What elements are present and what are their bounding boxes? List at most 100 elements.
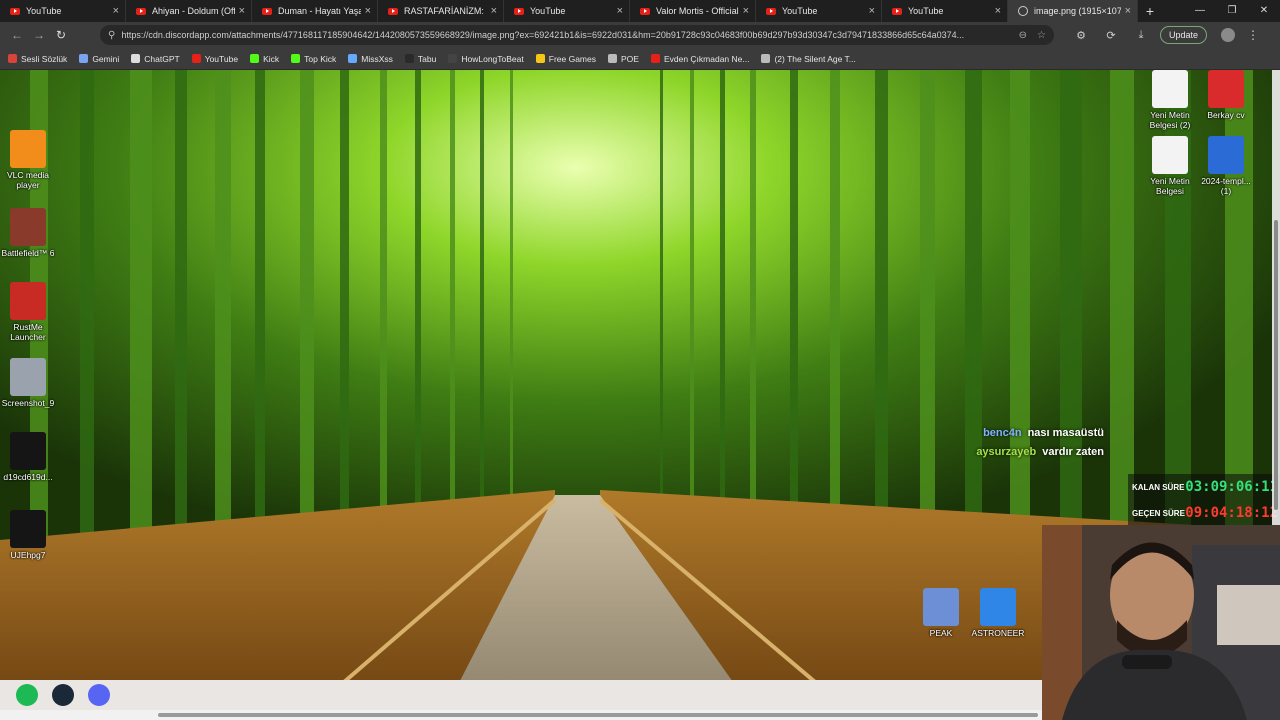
bookmark-item[interactable]: Evden Çıkmadan Ne...: [650, 54, 749, 64]
browser-tab[interactable]: YouTube ×: [0, 0, 126, 22]
close-tab-icon[interactable]: ×: [617, 5, 623, 17]
close-window-icon[interactable]: ✕: [1248, 0, 1280, 22]
bookmark-item[interactable]: Top Kick: [291, 54, 336, 64]
close-tab-icon[interactable]: ×: [113, 5, 119, 17]
bookmark-item[interactable]: MissXss: [348, 54, 393, 64]
stream-timers: KALAN SÜRE 03:09:06:11 GEÇEN SÜRE 09:04:18:…: [1128, 474, 1280, 526]
bookmark-favicon-icon: [79, 54, 89, 63]
browser-tab[interactable]: YouTube ×: [504, 0, 630, 22]
zoom-icon[interactable]: ⊖: [1019, 30, 1027, 41]
address-url[interactable]: https://cdn.discordapp.com/attachments/4…: [121, 30, 1008, 40]
reload-icon[interactable]: ↻: [50, 28, 72, 42]
bookmark-label: HowLongToBeat: [461, 53, 524, 64]
menu-icon[interactable]: ⋮: [1247, 28, 1259, 42]
minimize-icon[interactable]: —: [1184, 0, 1216, 22]
address-bar[interactable]: ⚲ https://cdn.discordapp.com/attachments…: [100, 25, 1054, 45]
vertical-scrollbar[interactable]: [1272, 70, 1280, 525]
spotify-icon[interactable]: [16, 684, 38, 706]
chat-message: aysurzayeb vardır zaten: [976, 446, 1104, 458]
bookmark-item[interactable]: ChatGPT: [131, 54, 180, 64]
horizontal-scroll-thumb[interactable]: [158, 713, 1038, 717]
bamboo-stalk: [1060, 70, 1082, 590]
desktop-icon[interactable]: d19cd619d...: [0, 432, 56, 483]
extensions-icon[interactable]: ⚙: [1066, 29, 1096, 42]
desktop-icon[interactable]: 2024-templ... (1): [1198, 136, 1254, 197]
bookmark-item[interactable]: HowLongToBeat: [448, 53, 524, 64]
youtube-icon: [514, 7, 524, 15]
bookmark-item[interactable]: POE: [608, 54, 639, 64]
timer-label: GEÇEN SÜRE: [1132, 508, 1185, 518]
timer-row: GEÇEN SÜRE 09:04:18:12: [1132, 502, 1278, 524]
image-file-icon: [10, 358, 46, 396]
desktop-icon[interactable]: RustMe Launcher: [0, 282, 56, 343]
bamboo-stalk: [215, 70, 231, 590]
bookmark-star-icon[interactable]: ☆: [1037, 30, 1046, 41]
horizontal-scrollbar[interactable]: [0, 710, 1042, 720]
download-icon[interactable]: ⤓: [1126, 29, 1156, 42]
bookmark-item[interactable]: Kick: [250, 54, 279, 64]
desktop-icon[interactable]: Battlefield™ 6: [0, 208, 56, 259]
bookmark-item[interactable]: Gemini: [79, 54, 119, 64]
chat-text: nası masaüstü: [1027, 427, 1104, 439]
bookmark-item[interactable]: Sesli Sözlük: [8, 54, 67, 64]
back-icon[interactable]: ←: [6, 28, 28, 42]
bookmark-item[interactable]: (2) The Silent Age T...: [761, 54, 856, 64]
browser-tab[interactable]: Valor Mortis - Official T ×: [630, 0, 756, 22]
browser-tab[interactable]: Ahiyan - Doldum (Offic ×: [126, 0, 252, 22]
desktop-icon[interactable]: VLC media player: [0, 130, 56, 191]
desktop-icon-label: Berkay cv: [1207, 110, 1245, 120]
browser-tab[interactable]: image.png (1915×1079) ×: [1008, 0, 1138, 22]
browser-tab[interactable]: YouTube ×: [756, 0, 882, 22]
close-tab-icon[interactable]: ×: [743, 5, 749, 17]
bookmark-item[interactable]: Tabu: [404, 53, 437, 64]
bookmark-item[interactable]: Free Games: [535, 53, 596, 64]
tab-title: YouTube: [26, 6, 62, 16]
bookmark-label: POE: [621, 53, 639, 64]
desktop-icon[interactable]: Screenshot_9: [0, 358, 56, 409]
site-info-icon[interactable]: ⚲: [108, 30, 115, 41]
bamboo-stalk: [1010, 70, 1030, 590]
browser-tab[interactable]: YouTube ×: [882, 0, 1008, 22]
bookmark-label: Free Games: [548, 53, 596, 64]
close-tab-icon[interactable]: ×: [1125, 5, 1131, 17]
desktop-icon[interactable]: Berkay cv: [1198, 70, 1254, 121]
new-tab-icon[interactable]: +: [1138, 3, 1162, 19]
discord-icon[interactable]: [88, 684, 110, 706]
close-tab-icon[interactable]: ×: [239, 5, 245, 17]
bookmark-item[interactable]: YouTube: [191, 54, 238, 64]
desktop-icon[interactable]: UJEhpg7: [0, 510, 56, 561]
desktop-icon-label: Battlefield™ 6: [1, 248, 55, 258]
youtube-icon: [388, 7, 398, 15]
desktop-icon[interactable]: PEAK: [913, 588, 969, 639]
desktop-icon-label: ASTRONEER: [971, 628, 1025, 638]
browser-tab[interactable]: Duman - Hayatı Yaşa - Y ×: [252, 0, 378, 22]
sync-icon[interactable]: ⟳: [1096, 29, 1126, 42]
close-tab-icon[interactable]: ×: [869, 5, 875, 17]
bookmark-label: Tabu: [417, 53, 437, 64]
profile-avatar[interactable]: [1221, 28, 1236, 42]
bookmark-favicon-icon: [191, 54, 201, 63]
tab-strip: YouTube × Ahiyan - Doldum (Offic × Duman - H…: [0, 0, 1280, 22]
close-tab-icon[interactable]: ×: [491, 5, 497, 17]
close-tab-icon[interactable]: ×: [995, 5, 1001, 17]
browser-tab[interactable]: RASTAFARİANİZM: Bilgi ×: [378, 0, 504, 22]
forward-icon[interactable]: →: [28, 28, 50, 42]
bamboo-stalk: [175, 70, 187, 590]
bookmark-label: Top Kick: [304, 53, 337, 64]
close-tab-icon[interactable]: ×: [365, 5, 371, 17]
rustme-icon: [10, 282, 46, 320]
vertical-scroll-thumb[interactable]: [1274, 220, 1278, 510]
bookmark-favicon-icon: [291, 54, 301, 63]
pdf-icon: [1208, 70, 1244, 108]
desktop-icon-label: VLC media player: [6, 170, 50, 190]
desktop-icon[interactable]: Yeni Metin Belgesi: [1142, 136, 1198, 197]
update-button[interactable]: Update: [1160, 26, 1208, 44]
bamboo-stalk: [130, 70, 152, 590]
steam-icon[interactable]: [52, 684, 74, 706]
chat-username: aysurzayeb: [976, 446, 1037, 458]
desktop-icon-label: UJEhpg7: [10, 550, 46, 560]
desktop-icon[interactable]: Yeni Metin Belgesi (2): [1142, 70, 1198, 131]
desktop-icon[interactable]: ASTRONEER: [970, 588, 1026, 639]
restore-icon[interactable]: ❐: [1216, 0, 1248, 22]
taskbar: [0, 680, 1042, 710]
